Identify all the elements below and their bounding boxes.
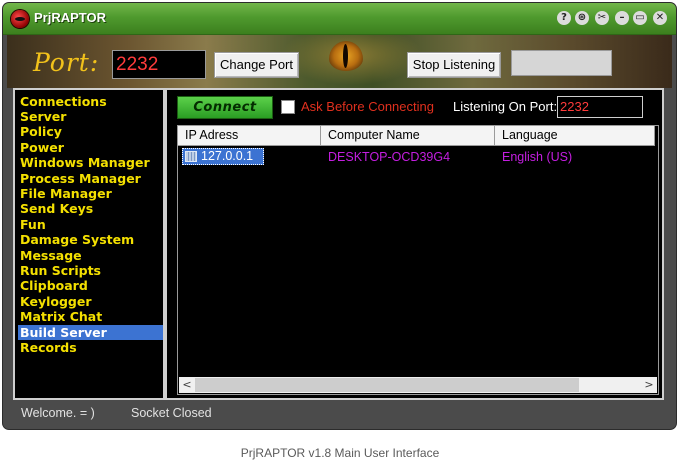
settings-button[interactable]: ⊛: [575, 11, 589, 25]
sidebar-item-records[interactable]: Records: [18, 340, 163, 355]
sidebar-item-damage-system[interactable]: Damage System: [18, 232, 163, 247]
computer-icon: [185, 151, 197, 162]
port-label: Port:: [33, 48, 100, 77]
stop-listening-button[interactable]: Stop Listening: [407, 52, 501, 78]
raptor-logo-icon: [11, 10, 29, 28]
table-row[interactable]: 127.0.0.1: [182, 148, 264, 165]
sidebar-item-server[interactable]: Server: [18, 109, 163, 124]
ask-before-connecting-checkbox[interactable]: [281, 100, 295, 114]
status-bar: Welcome. = ) Socket Closed: [7, 402, 672, 424]
scroll-right-icon[interactable]: >: [641, 377, 657, 393]
header-banner: Port: 2232 Change Port Stop Listening: [7, 35, 672, 88]
sidebar-item-build-server[interactable]: Build Server: [18, 325, 163, 340]
dragon-eye-icon: [329, 41, 363, 71]
title-bar[interactable]: PrjRAPTOR ? ⊛ ✂ – ▭ ✕: [3, 3, 676, 35]
maximize-button[interactable]: ▭: [633, 11, 647, 25]
sidebar-item-keylogger[interactable]: Keylogger: [18, 294, 163, 309]
window-title: PrjRAPTOR: [34, 10, 106, 25]
change-port-button[interactable]: Change Port: [214, 52, 299, 78]
figure-caption: PrjRAPTOR v1.8 Main User Interface: [240, 446, 440, 460]
scrollbar-thumb[interactable]: [195, 378, 579, 392]
sidebar-item-file-manager[interactable]: File Manager: [18, 186, 163, 201]
sidebar-item-process-manager[interactable]: Process Manager: [18, 171, 163, 186]
sidebar-item-clipboard[interactable]: Clipboard: [18, 278, 163, 293]
sidebar-item-connections[interactable]: Connections: [18, 94, 163, 109]
horizontal-scrollbar[interactable]: < >: [179, 377, 657, 393]
connections-list[interactable]: IP Adress Computer Name Language 127.0.0…: [177, 125, 659, 395]
ask-before-connecting-label[interactable]: Ask Before Connecting: [301, 99, 434, 114]
row-ip-address: 127.0.0.1: [201, 149, 254, 163]
row-computer-name[interactable]: DESKTOP-OCD39G4: [328, 149, 450, 165]
socket-status: Socket Closed: [131, 406, 212, 420]
close-button[interactable]: ✕: [653, 11, 667, 25]
sidebar-item-policy[interactable]: Policy: [18, 124, 163, 139]
row-language[interactable]: English (US): [502, 149, 572, 165]
listening-port-label: Listening On Port:: [453, 99, 558, 114]
connect-button[interactable]: Connect: [177, 96, 273, 119]
listening-status-indicator: [511, 50, 612, 76]
port-input[interactable]: 2232: [112, 50, 206, 79]
column-header-computer-name[interactable]: Computer Name: [321, 126, 495, 146]
tools-button[interactable]: ✂: [595, 11, 609, 25]
main-window: PrjRAPTOR ? ⊛ ✂ – ▭ ✕ Port: 2232 Change …: [3, 3, 676, 429]
listening-port-field[interactable]: 2232: [557, 96, 643, 118]
sidebar-item-run-scripts[interactable]: Run Scripts: [18, 263, 163, 278]
sidebar-item-send-keys[interactable]: Send Keys: [18, 201, 163, 216]
welcome-status: Welcome. = ): [21, 406, 95, 420]
sidebar-item-fun[interactable]: Fun: [18, 217, 163, 232]
connections-panel: Connect Ask Before Connecting Listening …: [165, 88, 664, 400]
sidebar-item-power[interactable]: Power: [18, 140, 163, 155]
column-header-ip[interactable]: IP Adress: [178, 126, 321, 146]
sidebar-item-matrix-chat[interactable]: Matrix Chat: [18, 309, 163, 324]
scroll-left-icon[interactable]: <: [179, 377, 195, 393]
sidebar-item-message[interactable]: Message: [18, 248, 163, 263]
column-header-language[interactable]: Language: [495, 126, 655, 146]
minimize-button[interactable]: –: [615, 11, 629, 25]
help-button[interactable]: ?: [557, 11, 571, 25]
sidebar-item-windows-manager[interactable]: Windows Manager: [18, 155, 163, 170]
sidebar-menu: Connections Server Policy Power Windows …: [13, 88, 165, 400]
